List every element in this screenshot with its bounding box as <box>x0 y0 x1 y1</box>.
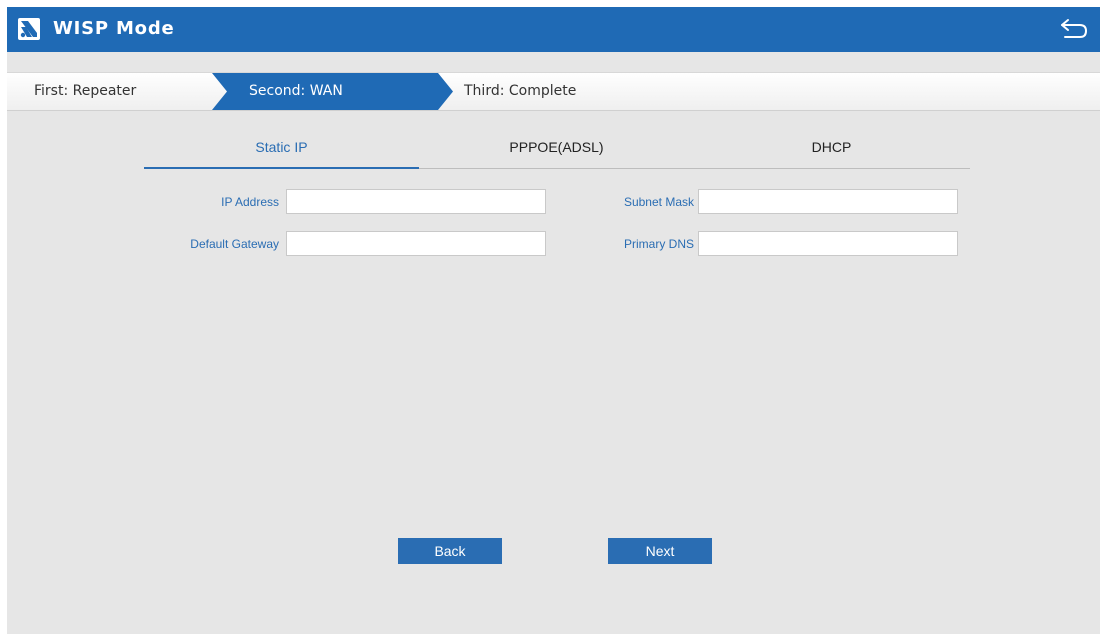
step-progress-bar: First: Repeater Second: WAN Third: Compl… <box>7 72 1100 111</box>
back-button[interactable]: Back <box>398 538 502 564</box>
return-arrow-icon[interactable] <box>1059 16 1089 42</box>
step-third-complete: Third: Complete <box>464 83 577 99</box>
ip-address-input[interactable] <box>286 189 546 214</box>
subnet-mask-label: Subnet Mask <box>623 195 694 209</box>
tab-pppoe-adsl[interactable]: PPPOE(ADSL) <box>419 134 694 168</box>
next-button[interactable]: Next <box>608 538 712 564</box>
primary-dns-label: Primary DNS <box>623 237 694 251</box>
default-gateway-input[interactable] <box>286 231 546 256</box>
title-bar: WISP Mode <box>7 7 1100 52</box>
default-gateway-label: Default Gateway <box>190 237 279 251</box>
ip-address-label: IP Address <box>221 195 279 209</box>
step-first-repeater: First: Repeater <box>34 83 137 99</box>
wisp-logo-icon <box>18 18 40 40</box>
subnet-mask-input[interactable] <box>698 189 958 214</box>
app-title: WISP Mode <box>53 18 175 39</box>
tab-static-ip[interactable]: Static IP <box>144 134 419 169</box>
tab-dhcp[interactable]: DHCP <box>694 134 969 168</box>
primary-dns-input[interactable] <box>698 231 958 256</box>
connection-type-tabs: Static IP PPPOE(ADSL) DHCP <box>144 134 970 169</box>
app-window: WISP Mode First: Repeater Second: WAN Th… <box>7 7 1100 634</box>
step-second-wan: Second: WAN <box>249 83 343 99</box>
